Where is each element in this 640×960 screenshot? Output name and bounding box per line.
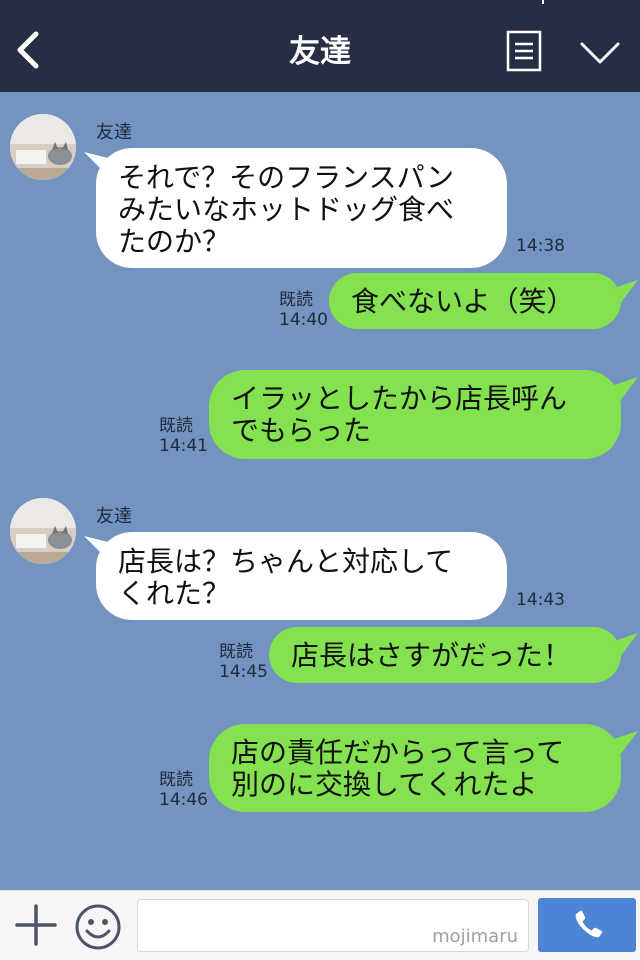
message-bubble-incoming[interactable]: それで？そのフランスパン みたいなホットドッグ食べ たのか？ bbox=[96, 148, 507, 268]
chat-area[interactable]: 友達 それで？そのフランスパン みたいなホットドッグ食べ たのか？ 14:38 … bbox=[0, 92, 640, 890]
message-bubble-outgoing[interactable]: 店長はさすがだった！ bbox=[269, 627, 621, 683]
cat-photo-icon bbox=[10, 114, 76, 180]
message-line: それで？そのフランスパン bbox=[118, 161, 455, 194]
read-label: 既読 bbox=[159, 416, 193, 436]
friend-avatar[interactable] bbox=[10, 498, 76, 564]
bubble-tail bbox=[614, 731, 638, 755]
message-line: みたいなホットドッグ食べ bbox=[118, 193, 455, 226]
message-line: 別のに交換してくれたよ bbox=[231, 768, 538, 801]
call-button[interactable] bbox=[538, 898, 636, 952]
message-bubble-outgoing[interactable]: 店の責任だからって言って 別のに交換してくれたよ bbox=[209, 724, 621, 812]
message-line: でもらった bbox=[231, 414, 372, 447]
phone-icon bbox=[575, 910, 603, 938]
message-time: 14:40 bbox=[279, 310, 328, 330]
message-time: 14:41 bbox=[159, 436, 208, 456]
notes-menu-icon bbox=[506, 30, 542, 72]
bubble-tail bbox=[614, 280, 638, 304]
smiley-icon bbox=[75, 904, 121, 950]
bubble-tail bbox=[614, 377, 638, 401]
message-time: 14:43 bbox=[516, 590, 565, 610]
bubble-tail bbox=[614, 633, 638, 657]
cat-photo-icon bbox=[10, 498, 76, 564]
message-bubble-outgoing[interactable]: 食べないよ（笑） bbox=[329, 273, 621, 329]
message-line: たのか？ bbox=[118, 225, 231, 258]
emoji-button[interactable] bbox=[74, 903, 122, 951]
plus-icon bbox=[15, 904, 57, 946]
message-time: 14:46 bbox=[159, 790, 208, 810]
chat-header: 友達 bbox=[0, 0, 640, 92]
watermark-text: mojimaru bbox=[432, 926, 518, 947]
read-label: 既読 bbox=[159, 770, 193, 790]
friend-avatar[interactable] bbox=[10, 114, 76, 180]
read-receipt: 既読 14:46 bbox=[159, 770, 208, 810]
message-bubble-outgoing[interactable]: イラッとしたから店長呼ん でもらった bbox=[209, 370, 621, 459]
sender-name: 友達 bbox=[96, 122, 132, 143]
message-line: イラッとしたから店長呼ん bbox=[231, 382, 568, 415]
message-text: 食べないよ（笑） bbox=[351, 285, 575, 318]
notes-menu-button[interactable] bbox=[506, 30, 542, 72]
read-label: 既読 bbox=[219, 642, 253, 662]
chevron-down-icon bbox=[580, 42, 620, 64]
message-line: 店長は？ちゃんと対応して bbox=[118, 545, 454, 578]
sender-name: 友達 bbox=[96, 506, 132, 527]
message-time: 14:45 bbox=[219, 662, 268, 682]
message-bubble-incoming[interactable]: 店長は？ちゃんと対応して くれた？ bbox=[96, 532, 507, 620]
read-receipt: 既読 14:41 bbox=[159, 416, 208, 456]
message-input-bar: mojimaru bbox=[0, 890, 640, 960]
add-attachment-button[interactable] bbox=[14, 903, 58, 947]
message-text: 店長はさすがだった！ bbox=[291, 639, 572, 672]
status-notch bbox=[542, 0, 544, 4]
message-input[interactable]: mojimaru bbox=[137, 899, 529, 952]
read-receipt: 既読 14:45 bbox=[219, 642, 268, 682]
message-line: くれた？ bbox=[118, 577, 231, 610]
read-receipt: 既読 14:40 bbox=[279, 290, 328, 330]
chat-title: 友達 bbox=[289, 34, 351, 70]
more-options-button[interactable] bbox=[578, 38, 622, 68]
message-time: 14:38 bbox=[516, 236, 565, 256]
read-label: 既読 bbox=[279, 290, 313, 310]
message-line: 店の責任だからって言って bbox=[231, 736, 565, 769]
